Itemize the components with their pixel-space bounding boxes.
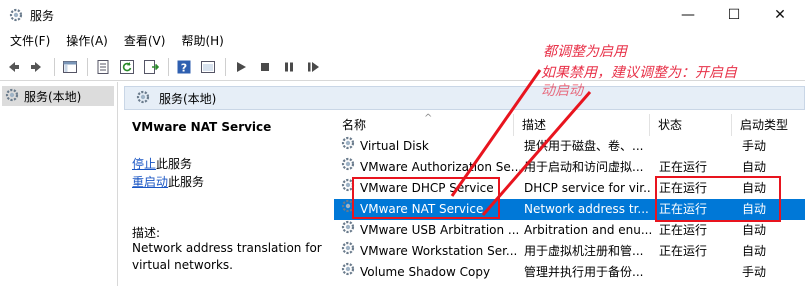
- service-status-cell: 正在运行: [659, 160, 708, 174]
- service-startup-cell: 自动: [742, 244, 767, 258]
- column-header-description[interactable]: 描述: [514, 114, 650, 136]
- column-header-startup-type[interactable]: 启动类型: [732, 114, 805, 136]
- title-bar: 服务 — ☐ ✕: [0, 0, 805, 30]
- table-row[interactable]: VMware Workstation Ser... 用于虚拟机注册和管... 正在运…: [334, 241, 805, 262]
- column-header-name[interactable]: 名称 ^: [334, 113, 514, 136]
- tree-item-label: 服务(本地): [24, 89, 82, 104]
- window-title: 服务: [30, 9, 55, 23]
- annotation-line-3: 动启动: [541, 83, 583, 99]
- tree-item-services-local[interactable]: 服务(本地): [2, 86, 114, 106]
- close-button[interactable]: ✕: [757, 0, 803, 30]
- menu-action[interactable]: 操作(A): [60, 30, 114, 52]
- service-startup-cell: 手动: [742, 139, 767, 153]
- minimize-button[interactable]: —: [665, 0, 711, 30]
- column-header-status[interactable]: 状态: [650, 114, 732, 136]
- service-gear-icon: [340, 157, 356, 178]
- forward-arrow-icon[interactable]: [26, 56, 48, 78]
- toolbar-divider: [87, 57, 88, 76]
- service-status-cell: [659, 262, 739, 283]
- refresh-icon[interactable]: [116, 56, 138, 78]
- menu-help[interactable]: 帮助(H): [175, 30, 229, 52]
- service-gear-icon: [340, 262, 356, 283]
- export-list-icon[interactable]: [140, 56, 162, 78]
- properties-icon[interactable]: [92, 56, 114, 78]
- pause-service-icon[interactable]: [278, 56, 300, 78]
- table-row[interactable]: Volume Shadow Copy 管理并执行用于备份... 手动: [334, 262, 805, 283]
- service-startup-cell: 手动: [742, 265, 767, 279]
- service-description-cell: 用于虚拟机注册和管...: [524, 244, 644, 258]
- service-name-cell: VMware Workstation Ser...: [340, 241, 520, 262]
- help-icon[interactable]: ?: [173, 56, 195, 78]
- svg-text:?: ?: [181, 61, 187, 74]
- service-description-cell: 管理并执行用于备份...: [524, 265, 644, 279]
- pane-header-label: 服务(本地): [159, 91, 217, 106]
- service-gear-icon: [340, 241, 356, 262]
- pane-header: 服务(本地): [124, 86, 805, 110]
- service-status-cell: [659, 136, 739, 157]
- restart-service-link[interactable]: 重启动: [132, 175, 168, 189]
- table-header: 名称 ^ 描述 状态 启动类型: [334, 113, 805, 136]
- service-startup-cell: 自动: [742, 160, 767, 174]
- stop-service-suffix: 此服务: [156, 157, 193, 171]
- menu-bar: 文件(F) 操作(A) 查看(V) 帮助(H): [0, 30, 805, 52]
- service-name: Virtual Disk: [360, 139, 429, 153]
- toolbar-divider: [225, 57, 226, 76]
- stop-service-link[interactable]: 停止: [132, 157, 156, 171]
- table-row[interactable]: Virtual Disk 提供用于磁盘、卷、... 手动: [334, 136, 805, 157]
- menu-view[interactable]: 查看(V): [118, 30, 172, 52]
- service-name: Volume Shadow Copy: [360, 265, 491, 279]
- services-gear-icon: [4, 87, 20, 106]
- console-view-icon[interactable]: [197, 56, 219, 78]
- service-description-cell: 提供用于磁盘、卷、...: [524, 139, 644, 153]
- service-name: VMware USB Arbitration ...: [360, 223, 520, 237]
- description-label: 描述:: [132, 226, 161, 240]
- selected-service-name: VMware NAT Service: [132, 120, 272, 134]
- service-gear-icon: [340, 136, 356, 157]
- service-name: VMware Authorization Se...: [360, 160, 520, 174]
- maximize-button[interactable]: ☐: [711, 0, 757, 30]
- service-status-cell: 正在运行: [659, 244, 708, 258]
- console-tree: 服务(本地): [0, 82, 118, 286]
- table-row[interactable]: VMware USB Arbitration ... Arbitration an…: [334, 220, 805, 241]
- services-gear-icon: [8, 7, 24, 23]
- service-description-cell: 用于启动和访问虚拟...: [524, 160, 644, 174]
- description-text: Network address translation for virtual …: [132, 241, 322, 272]
- service-name-cell: VMware USB Arbitration ...: [340, 220, 520, 241]
- annotation-box-status-startup: [655, 176, 781, 222]
- toolbar-divider: [168, 57, 169, 76]
- annotation-line-1: 都调整为启用: [543, 44, 627, 60]
- service-name-cell: Virtual Disk: [340, 136, 520, 157]
- table-row[interactable]: VMware Authorization Se... 用于启动和访问虚拟... 正在…: [334, 157, 805, 178]
- service-gear-icon: [340, 220, 356, 241]
- service-name-cell: Volume Shadow Copy: [340, 262, 520, 283]
- annotation-box-service-names: [352, 177, 500, 219]
- service-description-cell: Arbitration and enu...: [524, 223, 652, 237]
- back-arrow-icon[interactable]: [2, 56, 24, 78]
- menu-file[interactable]: 文件(F): [4, 30, 56, 52]
- service-status-cell: 正在运行: [659, 223, 708, 237]
- service-description-cell: Network address tr...: [524, 202, 649, 216]
- annotation-line-2: 如果禁用，建议调整为：开启自: [541, 65, 737, 81]
- service-description-cell: DHCP service for vir...: [524, 181, 652, 195]
- console-tree-icon[interactable]: [59, 56, 81, 78]
- service-name-cell: VMware Authorization Se...: [340, 157, 520, 178]
- service-name: VMware Workstation Ser...: [360, 244, 518, 258]
- start-service-icon[interactable]: [230, 56, 252, 78]
- service-startup-cell: 自动: [742, 223, 767, 237]
- restart-service-icon[interactable]: [302, 56, 324, 78]
- stop-service-row: 停止此服务: [132, 155, 192, 172]
- stop-service-icon[interactable]: [254, 56, 276, 78]
- toolbar-divider: [54, 57, 55, 76]
- restart-service-row: 重启动此服务: [132, 173, 204, 190]
- services-gear-icon: [135, 89, 151, 108]
- restart-service-suffix: 此服务: [168, 175, 205, 189]
- column-header-name-label: 名称: [342, 118, 367, 132]
- service-detail-panel: VMware NAT Service 停止此服务 重启动此服务 描述: Netw…: [124, 110, 334, 286]
- sort-ascending-icon: ^: [424, 113, 433, 124]
